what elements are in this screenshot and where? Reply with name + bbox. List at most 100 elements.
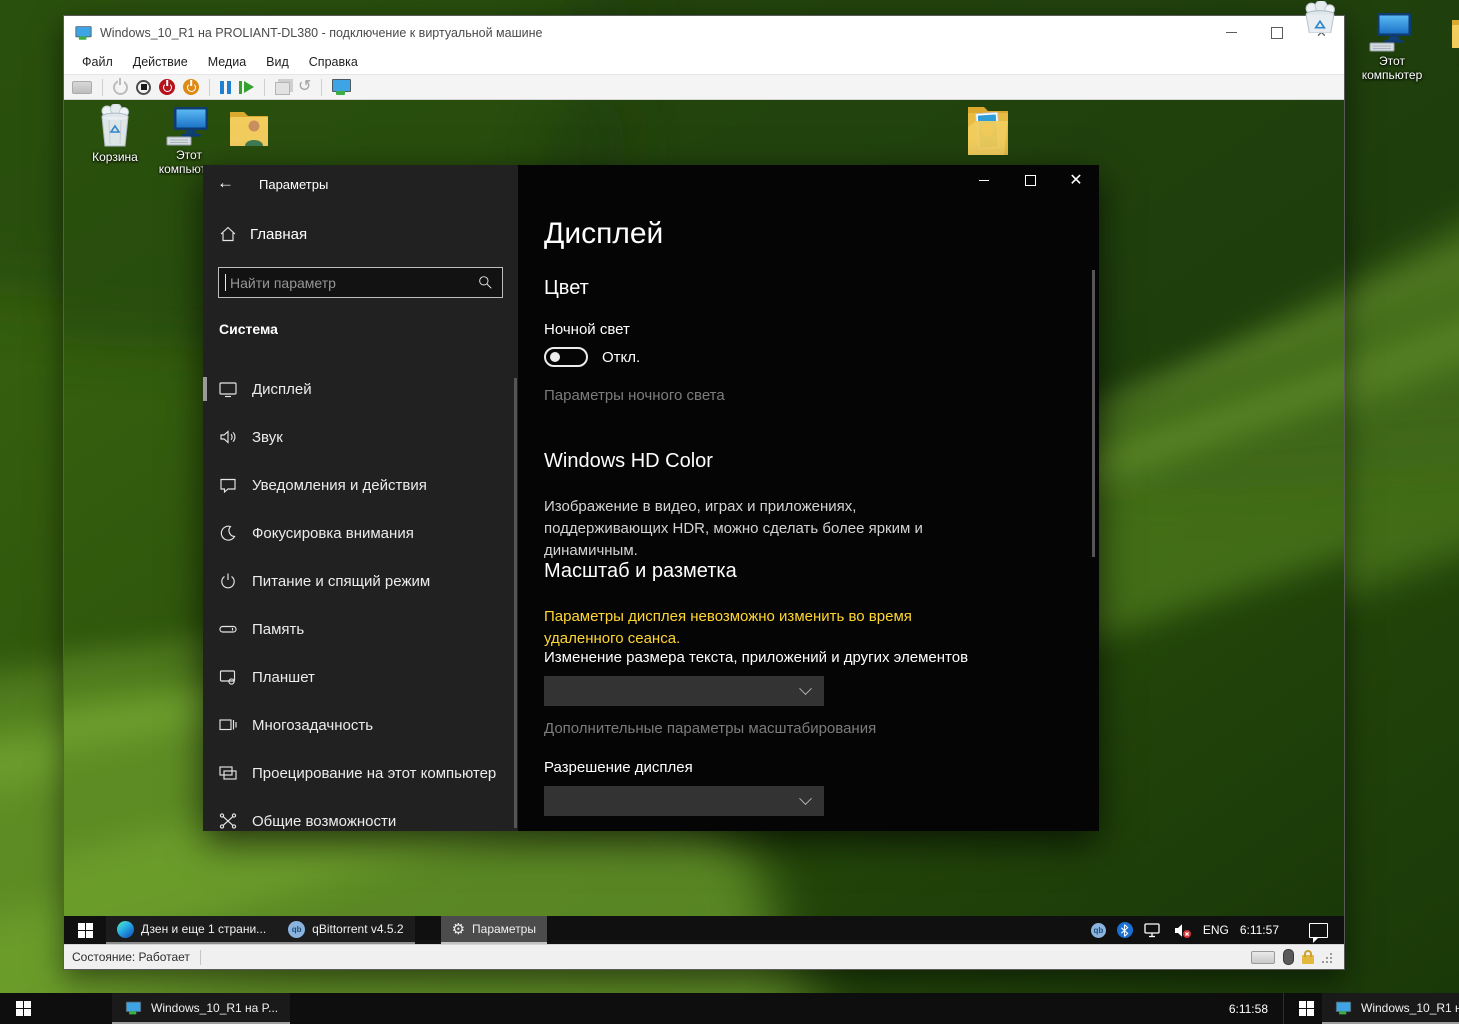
vm-user-folder-icon[interactable] [226, 106, 272, 150]
windows-logo-icon [1299, 1001, 1314, 1016]
sidebar-item-multitasking[interactable]: Многозадачность [203, 701, 518, 749]
host-desktop-icon-this-pc[interactable]: Этот компьютер [1353, 12, 1431, 83]
sidebar-item-projecting[interactable]: Проецирование на этот компьютер [203, 749, 518, 797]
host-clock[interactable]: 6:11:58 [1229, 993, 1268, 1024]
sidebar-scrollbar[interactable] [514, 378, 517, 828]
ctrl-alt-del-icon[interactable] [72, 81, 92, 94]
computer-icon [1369, 12, 1415, 52]
host-desktop-icon-folder[interactable]: Ром [1432, 12, 1459, 69]
settings-window: ← Параметры ✕ Главная [203, 165, 1099, 831]
sidebar-item-storage[interactable]: Память [203, 605, 518, 653]
minimize-button[interactable] [961, 165, 1007, 195]
scale-dropdown-label: Изменение размера текста, приложений и д… [544, 649, 968, 666]
pause-vm-icon[interactable] [220, 81, 231, 94]
home-icon [219, 225, 237, 243]
host-start-button[interactable] [0, 993, 46, 1024]
checkpoint-icon[interactable] [275, 82, 290, 95]
action-center-icon[interactable] [1309, 923, 1328, 938]
menu-help[interactable]: Справка [299, 55, 368, 69]
bluetooth-icon[interactable] [1117, 922, 1133, 938]
menu-view[interactable]: Вид [256, 55, 299, 69]
projecting-icon [219, 764, 237, 782]
sound-icon [219, 428, 237, 446]
night-light-label: Ночной свет [544, 321, 630, 338]
sidebar-item-notifications[interactable]: Уведомления и действия [203, 461, 518, 509]
vm-system-tray: qb ENG 6:11:57 [1091, 916, 1344, 944]
windows-logo-icon [16, 1001, 31, 1016]
qbittorrent-tray-icon[interactable]: qb [1091, 923, 1106, 938]
storage-icon [219, 620, 237, 638]
night-light-toggle[interactable]: Откл. [544, 347, 640, 367]
language-indicator[interactable]: ENG [1203, 923, 1229, 937]
lock-icon [1302, 955, 1314, 964]
revert-icon[interactable]: ↺ [298, 79, 311, 95]
advanced-scaling-link[interactable]: Дополнительные параметры масштабирования [544, 720, 876, 737]
taskbar-item-qbittorrent[interactable]: qb qBittorrent v4.5.2 [277, 916, 414, 944]
vm-clock[interactable]: 6:11:57 [1240, 923, 1279, 937]
menu-action[interactable]: Действие [123, 55, 198, 69]
scale-dropdown[interactable] [544, 676, 824, 706]
search-input[interactable] [226, 275, 478, 291]
vm-status-text: Состояние: Работает [72, 950, 190, 964]
user-folder-icon [226, 106, 272, 150]
toggle-state-label: Откл. [602, 349, 640, 366]
vm-recycle-bin-icon[interactable]: Корзина [76, 104, 154, 165]
main-scrollbar[interactable] [1092, 270, 1095, 557]
icon-label: Ром [1432, 55, 1459, 69]
home-label: Главная [250, 226, 307, 243]
settings-window-title: Параметры [259, 177, 328, 192]
close-button[interactable]: ✕ [1053, 165, 1099, 195]
sidebar-item-power-sleep[interactable]: Питание и спящий режим [203, 557, 518, 605]
sidebar-item-tablet[interactable]: Планшет [203, 653, 518, 701]
hyperv-titlebar[interactable]: Windows_10_R1 на PROLIANT-DL380 - подклю… [64, 16, 1344, 49]
turn-off-vm-icon[interactable] [136, 80, 151, 95]
computer-icon [166, 106, 212, 146]
back-button[interactable]: ← [217, 173, 234, 193]
settings-window-controls: ✕ [961, 165, 1099, 195]
power-icon [219, 572, 237, 590]
resize-grip[interactable] [1330, 953, 1332, 955]
color-heading: Цвет [544, 277, 589, 300]
vm-screen: Корзина Этот компьютер [64, 100, 1344, 944]
taskbar-item-edge[interactable]: Дзен и еще 1 страни... [106, 916, 277, 944]
mouse-capture-icon [1283, 949, 1294, 965]
resume-vm-icon[interactable] [239, 81, 254, 94]
search-icon[interactable] [478, 275, 493, 290]
pictures-folder-icon [960, 103, 1016, 161]
monitor-seam [1283, 993, 1284, 1024]
volume-muted-icon[interactable] [1174, 923, 1192, 938]
qbittorrent-icon: qb [288, 921, 305, 938]
host-taskbar-item-vmconnect[interactable]: Windows_10_R1 на P... [112, 993, 290, 1024]
host-taskbar-item-vmconnect-2[interactable]: Windows_10_R1 на P. [1322, 993, 1459, 1024]
hyperv-menubar: Файл Действие Медиа Вид Справка [64, 49, 1344, 74]
display-icon [219, 380, 237, 398]
maximize-button[interactable] [1254, 16, 1299, 49]
menu-media[interactable]: Медиа [198, 55, 256, 69]
minimize-button[interactable] [1209, 16, 1254, 49]
network-icon[interactable] [1144, 923, 1163, 938]
maximize-button[interactable] [1007, 165, 1053, 195]
menu-file[interactable]: Файл [72, 55, 123, 69]
sidebar-item-shared-experiences[interactable]: Общие возможности [203, 797, 518, 845]
hyperv-vmconnect-window: Windows_10_R1 на PROLIANT-DL380 - подклю… [63, 15, 1345, 970]
sidebar-item-focus-assist[interactable]: Фокусировка внимания [203, 509, 518, 557]
shut-down-vm-icon[interactable] [159, 79, 175, 95]
search-box[interactable] [218, 267, 503, 298]
start-vm-icon[interactable] [113, 80, 128, 95]
vm-start-button[interactable] [64, 916, 106, 944]
resolution-label: Разрешение дисплея [544, 759, 693, 776]
resolution-dropdown[interactable] [544, 786, 824, 816]
keyboard-capture-icon [1251, 951, 1275, 964]
sidebar-item-sound[interactable]: Звук [203, 413, 518, 461]
sidebar-item-home[interactable]: Главная [219, 225, 307, 243]
vm-pictures-folder-icon[interactable] [960, 103, 1016, 161]
host-start-button-2[interactable] [1286, 993, 1326, 1024]
night-light-settings-link[interactable]: Параметры ночного света [544, 387, 725, 404]
sidebar-item-display[interactable]: Дисплей [203, 365, 518, 413]
vm-taskbar: Дзен и еще 1 страни... qb qBittorrent v4… [64, 916, 1344, 944]
save-vm-icon[interactable] [183, 79, 199, 95]
host-recycle-bin-icon[interactable] [1298, 1, 1342, 33]
taskbar-item-settings[interactable]: ⚙ Параметры [441, 916, 547, 944]
toggle-switch[interactable] [544, 347, 588, 367]
enhanced-session-icon[interactable] [332, 79, 351, 95]
